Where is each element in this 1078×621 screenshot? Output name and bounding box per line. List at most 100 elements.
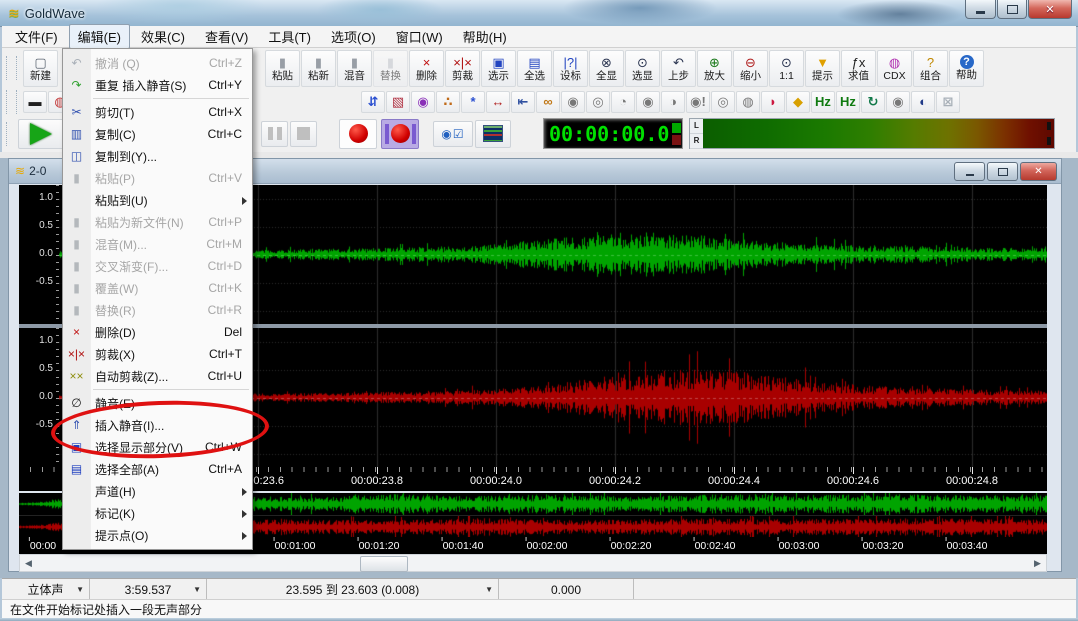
toolbar-button[interactable]: ▮粘贴: [265, 50, 300, 87]
record-selection-button[interactable]: [381, 119, 419, 149]
play-button[interactable]: [18, 119, 64, 149]
menu-bar-item[interactable]: 帮助(H): [454, 24, 516, 49]
effect-button[interactable]: ◑: [661, 91, 685, 113]
doc-restore-button[interactable]: [987, 162, 1018, 181]
menu-item[interactable]: 标记(K): [63, 502, 252, 524]
minimize-button[interactable]: [965, 0, 996, 19]
effect-button[interactable]: ↔: [486, 91, 510, 113]
toolbar-grip[interactable]: [6, 56, 10, 80]
effect-button[interactable]: ⊠: [936, 91, 960, 113]
menu-item[interactable]: 粘贴到(U): [63, 189, 252, 211]
maximize-button[interactable]: [997, 0, 1027, 19]
menu-item[interactable]: ◫ 复制到(Y)...: [63, 145, 252, 167]
monitor-toggle-button[interactable]: ◉☑: [433, 121, 473, 147]
menu-bar-item[interactable]: 编辑(E): [69, 24, 130, 49]
toolbar-grip[interactable]: [16, 56, 20, 80]
effect-button[interactable]: ⇵: [361, 91, 385, 113]
effect-button[interactable]: Hz: [836, 91, 860, 113]
effect-button[interactable]: ∴: [436, 91, 460, 113]
menu-item[interactable]: 提示点(O): [63, 524, 252, 546]
effect-button[interactable]: ◗: [761, 91, 785, 113]
toolbar-button[interactable]: ▮混音: [337, 50, 372, 87]
effect-button[interactable]: ▬: [23, 91, 47, 113]
menu-item[interactable]: ▣ 选择显示部分(V) Ctrl+W: [63, 436, 252, 458]
toolbar-button[interactable]: ⊗全显: [589, 50, 624, 87]
horizontal-scrollbar[interactable]: ◀ ▶: [19, 554, 1047, 572]
effect-button[interactable]: ↻: [861, 91, 885, 113]
toolbar-button[interactable]: ▢新建: [23, 50, 58, 87]
menu-item[interactable]: ⇑ 插入静音(I)...: [63, 414, 252, 436]
toolbar-button[interactable]: ×|×剪裁: [445, 50, 480, 87]
toolbar-grip[interactable]: [6, 122, 10, 146]
menu-item[interactable]: ▮ 混音(M)... Ctrl+M: [63, 233, 252, 255]
toolbar-button[interactable]: ⊖缩小: [733, 50, 768, 87]
record-button[interactable]: [339, 119, 377, 149]
menu-item[interactable]: × 删除(D) Del: [63, 321, 252, 343]
toolbar-button[interactable]: |?|设标: [553, 50, 588, 87]
menu-item[interactable]: ▤ 选择全部(A) Ctrl+A: [63, 458, 252, 480]
toolbar-button[interactable]: ▮粘新: [301, 50, 336, 87]
menu-item[interactable]: ▮ 替换(R) Ctrl+R: [63, 299, 252, 321]
control-properties-button[interactable]: [475, 120, 511, 148]
menu-item[interactable]: ▮ 覆盖(W) Ctrl+K: [63, 277, 252, 299]
effect-button[interactable]: ◉: [561, 91, 585, 113]
effect-button[interactable]: ◉: [636, 91, 660, 113]
doc-close-button[interactable]: ✕: [1020, 162, 1057, 181]
effect-button[interactable]: ◆: [786, 91, 810, 113]
effect-button[interactable]: ◉: [886, 91, 910, 113]
effect-button[interactable]: ⇤: [511, 91, 535, 113]
scroll-left-arrow[interactable]: ◀: [20, 555, 37, 571]
toolbar-button[interactable]: ▤全选: [517, 50, 552, 87]
toolbar-grip[interactable]: [16, 90, 20, 114]
menu-bar-item[interactable]: 效果(C): [132, 24, 194, 49]
effect-button[interactable]: ◍: [736, 91, 760, 113]
toolbar-button[interactable]: ◍CDX: [877, 50, 912, 87]
effect-button[interactable]: ◐: [911, 91, 935, 113]
menu-item[interactable]: ∅ 静音(E): [63, 392, 252, 414]
menu-bar-item[interactable]: 选项(O): [322, 24, 385, 49]
toolbar-button[interactable]: ↶上步: [661, 50, 696, 87]
menu-item[interactable]: ✂ 剪切(T) Ctrl+X: [63, 101, 252, 123]
selection-range-selector[interactable]: 23.595 到 23.603 (0.008)▼: [207, 579, 499, 600]
menu-item[interactable]: 声道(H): [63, 480, 252, 502]
menu-bar-item[interactable]: 窗口(W): [387, 24, 452, 49]
effect-button[interactable]: ◎: [586, 91, 610, 113]
scrollbar-thumb[interactable]: [360, 556, 408, 572]
menu-item[interactable]: ↶ 撤消 (Q) Ctrl+Z: [63, 52, 252, 74]
menu-item[interactable]: ▥ 复制(C) Ctrl+C: [63, 123, 252, 145]
menu-item[interactable]: ▮ 粘贴为新文件(N) Ctrl+P: [63, 211, 252, 233]
menu-item[interactable]: ▮ 交叉渐变(F)... Ctrl+D: [63, 255, 252, 277]
effect-button[interactable]: Hz: [811, 91, 835, 113]
effect-button[interactable]: ◉!: [686, 91, 710, 113]
toolbar-button[interactable]: ⊕放大: [697, 50, 732, 87]
menu-bar-item[interactable]: 查看(V): [196, 24, 257, 49]
menu-item[interactable]: ×× 自动剪裁(Z)... Ctrl+U: [63, 365, 252, 387]
toolbar-button[interactable]: ƒx求值: [841, 50, 876, 87]
pause-button[interactable]: [261, 121, 288, 147]
effect-button[interactable]: ◉: [411, 91, 435, 113]
effect-button[interactable]: ∞: [536, 91, 560, 113]
toolbar-button[interactable]: ⊙1:1: [769, 50, 804, 87]
close-button[interactable]: ✕: [1028, 0, 1072, 19]
scroll-right-arrow[interactable]: ▶: [1029, 555, 1046, 571]
toolbar-button[interactable]: ?组合: [913, 50, 948, 87]
toolbar-button[interactable]: ?帮助: [949, 50, 984, 87]
menu-bar-item[interactable]: 文件(F): [6, 24, 67, 49]
doc-minimize-button[interactable]: [954, 162, 985, 181]
toolbar-button[interactable]: ⊙选显: [625, 50, 660, 87]
stop-button[interactable]: [290, 121, 317, 147]
menu-bar-item[interactable]: 工具(T): [259, 24, 320, 49]
toolbar-grip[interactable]: [6, 90, 10, 114]
menu-item[interactable]: ↷ 重复 插入静音(S) Ctrl+Y: [63, 74, 252, 96]
toolbar-button[interactable]: ×删除: [409, 50, 444, 87]
effect-button[interactable]: *: [461, 91, 485, 113]
length-selector[interactable]: 3:59.537▼: [90, 579, 207, 600]
effect-button[interactable]: ◎: [711, 91, 735, 113]
effect-button[interactable]: ◔: [611, 91, 635, 113]
toolbar-button[interactable]: ▣选示: [481, 50, 516, 87]
channel-mode-selector[interactable]: 立体声▼: [2, 579, 90, 600]
toolbar-button[interactable]: ▮替换: [373, 50, 408, 87]
effect-button[interactable]: ▧: [386, 91, 410, 113]
menu-item[interactable]: ×|× 剪裁(X) Ctrl+T: [63, 343, 252, 365]
toolbar-button[interactable]: ▼提示: [805, 50, 840, 87]
